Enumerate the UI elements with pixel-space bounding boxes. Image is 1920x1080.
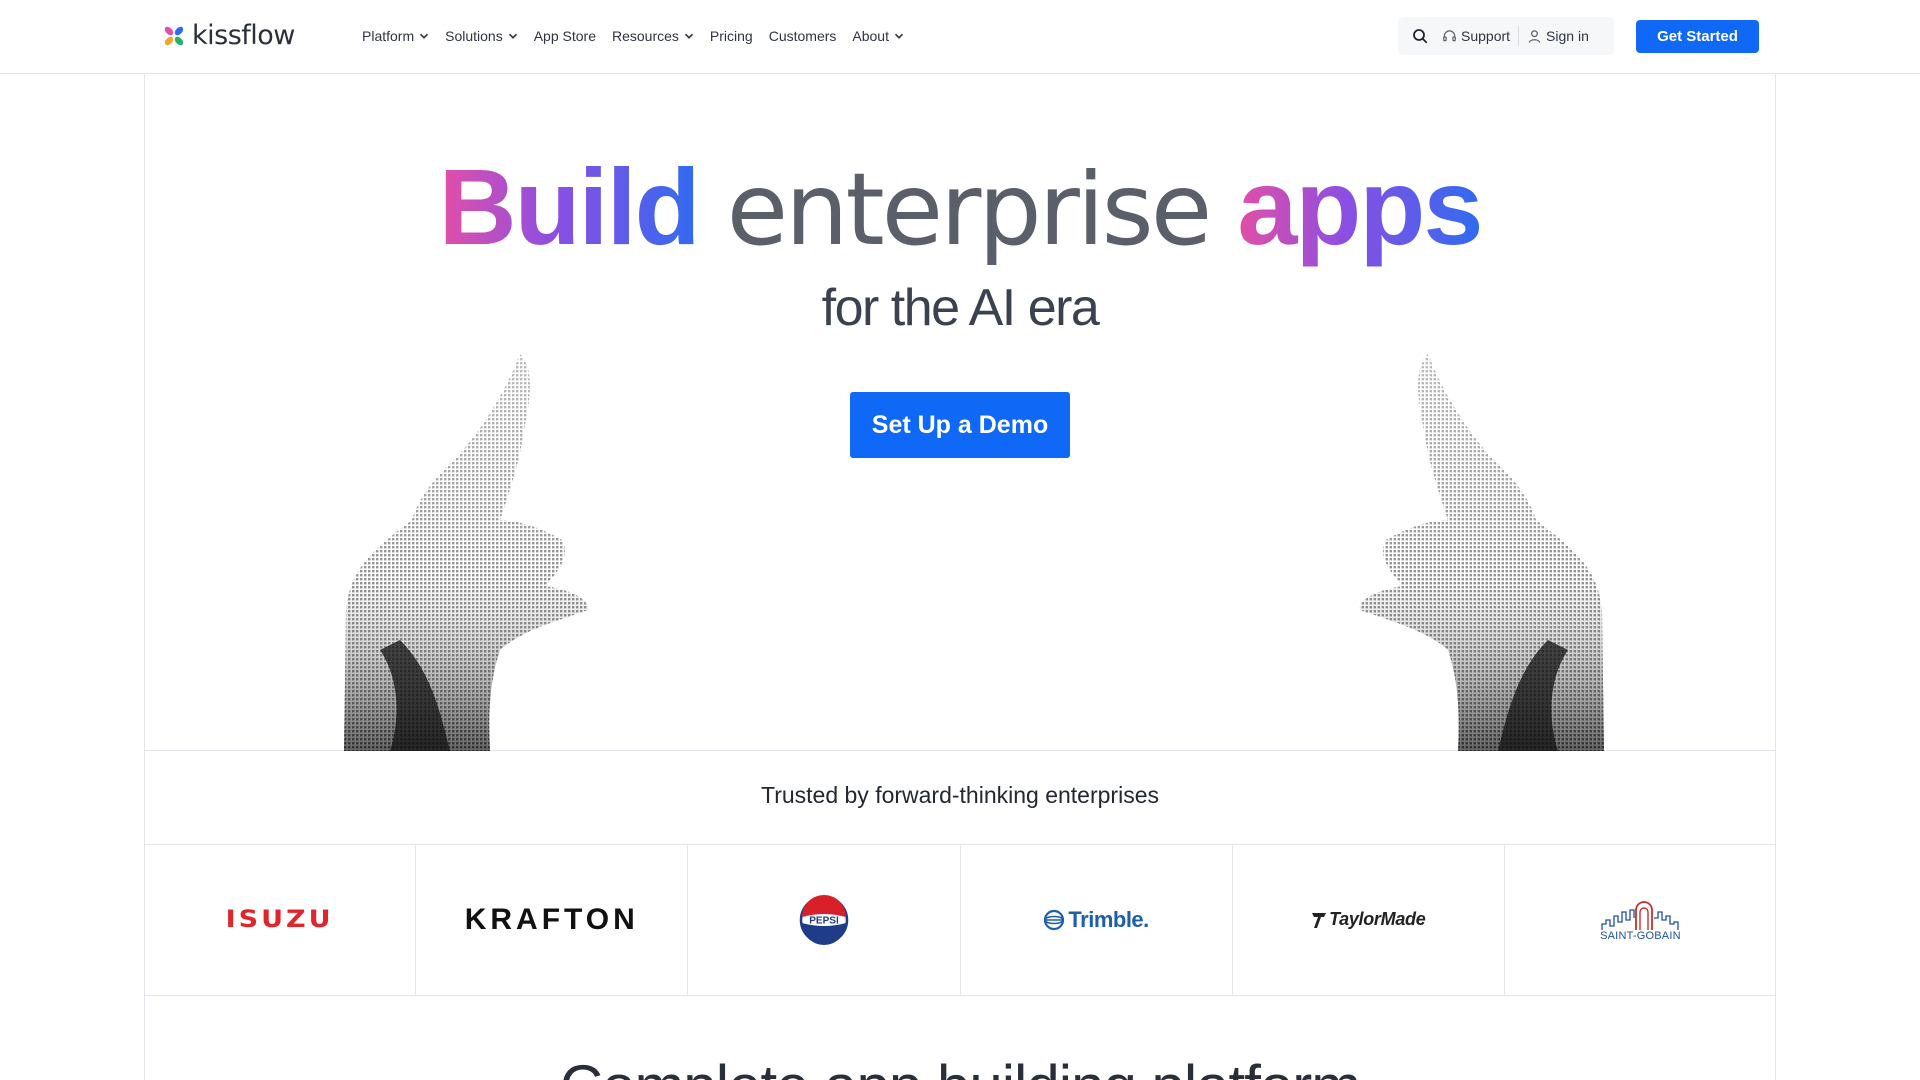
logo-cell-trimble: Trimble. — [961, 844, 1233, 995]
logo-cell-krafton: KRAFTON — [416, 844, 689, 995]
main-nav: Platform Solutions App Store Resources P… — [362, 24, 920, 48]
isuzu-logo: ISUZU — [225, 905, 334, 934]
headset-icon — [1443, 29, 1456, 41]
logo-cell-taylormade: TaylorMade — [1233, 844, 1505, 995]
logo-cell-isuzu: ISUZU — [144, 844, 417, 995]
krafton-logo: KRAFTON — [464, 902, 639, 936]
hero-subtitle: for the AI era — [821, 279, 1100, 337]
trimble-logo: Trimble. — [1043, 906, 1149, 933]
nav-pricing-label: Pricing — [709, 28, 753, 44]
hero-title-build: Build — [438, 146, 701, 267]
taylormade-t-icon — [1312, 912, 1327, 928]
chevron-down-icon — [508, 33, 517, 39]
saint-gobain-logo: SAINT-GOBAIN — [1598, 898, 1682, 942]
search-button[interactable] — [1398, 17, 1442, 55]
nav-about-label: About — [852, 28, 889, 44]
pointing-hand-left-illustration — [344, 354, 589, 751]
kissflow-logo-icon — [164, 26, 184, 45]
user-icon — [1528, 29, 1541, 43]
hero-title: Build enterprise apps — [144, 142, 1776, 275]
chevron-down-icon — [684, 33, 693, 39]
setup-demo-button[interactable]: Set Up a Demo — [850, 392, 1070, 458]
chevron-down-icon — [420, 33, 429, 39]
nav-customers-label: Customers — [768, 28, 837, 44]
nav-about[interactable]: About — [852, 28, 904, 44]
get-started-button[interactable]: Get Started — [1636, 20, 1759, 53]
taylormade-logo-text: TaylorMade — [1329, 909, 1426, 929]
logo-cell-pepsi: PEPSI — [688, 844, 961, 995]
support-label: Support — [1461, 28, 1511, 44]
utility-divider — [1518, 26, 1520, 46]
hero-title-apps: apps — [1237, 146, 1483, 267]
support-link[interactable]: Support — [1442, 28, 1510, 44]
nav-app-store[interactable]: App Store — [534, 28, 596, 44]
signin-link[interactable]: Sign in — [1527, 28, 1589, 44]
search-icon — [1413, 29, 1428, 44]
pointing-hand-right-illustration — [1359, 354, 1604, 751]
saint-gobain-arch-icon — [1601, 900, 1680, 930]
brand-logo[interactable]: kissflow — [162, 20, 295, 51]
next-section-heading: Complete app building platform — [144, 1052, 1776, 1080]
pepsi-logo-text: PEPSI — [809, 915, 839, 926]
saint-gobain-logo-text: SAINT-GOBAIN — [1600, 929, 1681, 942]
nav-solutions-label: Solutions — [445, 28, 503, 44]
site-header: kissflow Platform Solutions App Store Re… — [0, 0, 1920, 74]
chevron-down-icon — [894, 33, 904, 39]
brand-name: kissflow — [192, 20, 295, 51]
nav-resources-label: Resources — [611, 28, 679, 44]
section-divider-logos-bottom — [144, 995, 1776, 996]
nav-customers[interactable]: Customers — [769, 28, 837, 44]
trimble-globe-icon — [1044, 909, 1065, 930]
nav-pricing[interactable]: Pricing — [710, 28, 753, 44]
nav-platform-label: Platform — [362, 28, 415, 44]
nav-platform[interactable]: Platform — [362, 28, 429, 44]
trimble-logo-text: Trimble. — [1068, 906, 1149, 932]
utility-bar: Support Sign in — [1398, 17, 1614, 55]
nav-resources[interactable]: Resources — [612, 28, 694, 44]
pepsi-logo: PEPSI — [799, 894, 849, 945]
customer-logo-strip: ISUZU KRAFTON PEPSI Trimble. TaylorMade … — [144, 844, 1776, 995]
nav-solutions[interactable]: Solutions — [445, 28, 518, 44]
nav-app-store-label: App Store — [533, 28, 596, 44]
hero-title-enterprise: enterprise — [726, 151, 1213, 268]
taylormade-logo: TaylorMade — [1311, 909, 1426, 930]
trusted-heading: Trusted by forward-thinking enterprises — [761, 782, 1159, 808]
logo-cell-saint-gobain: SAINT-GOBAIN — [1505, 844, 1776, 995]
signin-label: Sign in — [1546, 28, 1589, 44]
